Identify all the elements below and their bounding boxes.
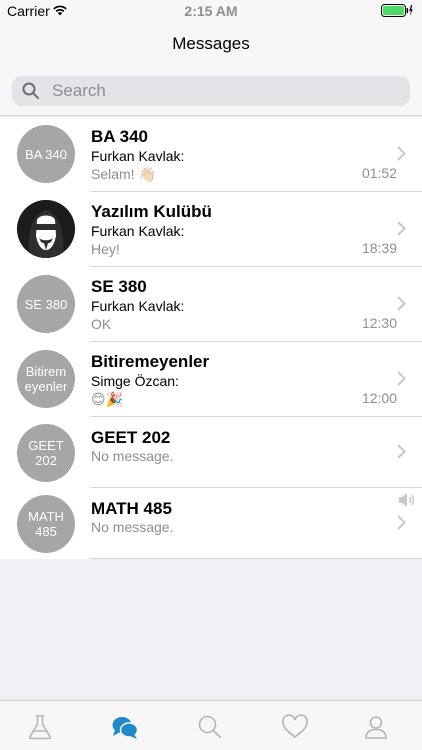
tab-flask[interactable]: [26, 713, 54, 741]
battery-icon: [381, 4, 413, 20]
chevron-right-icon: [397, 515, 406, 535]
message-time: 12:00: [361, 390, 397, 406]
avatar: BA 340: [17, 125, 75, 183]
chat-bubbles-icon: [111, 713, 139, 741]
avatar: Bitirem eyenler: [17, 350, 75, 408]
message-preview: No message.: [91, 519, 174, 535]
conversation-name: GEET 202: [91, 428, 171, 447]
search-icon: [22, 82, 40, 105]
conversation-name: SE 380: [91, 277, 147, 296]
tab-search[interactable]: [196, 713, 224, 741]
message-preview: OK: [91, 316, 112, 332]
search-box[interactable]: [12, 76, 410, 106]
message-time: 12:30: [361, 315, 397, 331]
conversation-name: Bitiremeyenler: [91, 352, 210, 371]
message-preview: No message.: [91, 448, 174, 464]
conversation-row-ba-340[interactable]: BA 340 BA 340 Furkan Kavlak: Selam! 👋🏻 0…: [0, 117, 422, 192]
muted-speaker-icon: [397, 491, 417, 514]
tab-profile[interactable]: [362, 713, 390, 741]
message-preview: 😊🎉: [91, 391, 124, 407]
status-bar: Carrier 2:15 AM: [0, 0, 422, 22]
conversation-row-yazilim-kulubu[interactable]: Yazılım Kulübü Furkan Kavlak: Hey! 18:39: [0, 192, 422, 267]
chevron-right-icon: [397, 371, 406, 391]
conversation-name: BA 340: [91, 127, 149, 146]
anonymous-mask-avatar: [17, 200, 75, 258]
flask-icon: [26, 713, 54, 741]
conversation-name: Yazılım Kulübü: [91, 202, 212, 221]
message-time: 18:39: [361, 240, 397, 256]
navigation-bar: Messages: [0, 22, 422, 66]
heart-icon: [281, 713, 309, 741]
chevron-right-icon: [397, 444, 406, 464]
conversation-row-se-380[interactable]: SE 380 SE 380 Furkan Kavlak: OK 12:30: [0, 267, 422, 342]
profile-icon: [362, 713, 390, 741]
conversation-name: MATH 485: [91, 499, 172, 518]
avatar: SE 380: [17, 275, 75, 333]
chevron-right-icon: [397, 221, 406, 241]
last-sender: Furkan Kavlak:: [91, 148, 185, 164]
page-title: Messages: [172, 34, 250, 53]
avatar: GEET 202: [17, 424, 75, 482]
chevron-right-icon: [397, 146, 406, 166]
conversation-row-math-485[interactable]: MATH 485 MATH 485 No message.: [0, 488, 422, 559]
conversation-row-bitiremeyenler[interactable]: Bitirem eyenler Bitiremeyenler Simge Özc…: [0, 342, 422, 417]
message-preview: Hey!: [91, 241, 120, 257]
tab-favorites[interactable]: [281, 713, 309, 741]
search-bar-container: [0, 66, 422, 116]
search-input[interactable]: [52, 76, 402, 106]
chevron-right-icon: [397, 296, 406, 316]
message-preview: Selam! 👋🏻: [91, 166, 156, 182]
avatar: MATH 485: [17, 495, 75, 553]
message-time: 01:52: [361, 165, 397, 181]
conversation-row-geet-202[interactable]: GEET 202 GEET 202 No message.: [0, 417, 422, 488]
status-time: 2:15 AM: [184, 3, 238, 19]
conversation-list: BA 340 BA 340 Furkan Kavlak: Selam! 👋🏻 0…: [0, 117, 422, 559]
last-sender: Furkan Kavlak:: [91, 298, 185, 314]
search-icon: [196, 713, 224, 741]
tab-messages[interactable]: [111, 713, 139, 741]
last-sender: Simge Özcan:: [91, 373, 179, 389]
tab-bar: [0, 700, 422, 750]
last-sender: Furkan Kavlak:: [91, 223, 185, 239]
